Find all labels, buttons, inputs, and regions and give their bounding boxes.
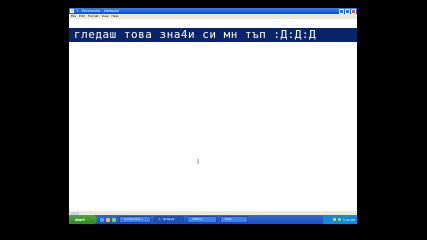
- task-label: Untitled: [192, 218, 203, 221]
- clock[interactable]: 5:32 PM: [343, 218, 355, 222]
- media-icon[interactable]: [112, 217, 116, 222]
- document-text: гледаш това зна4и си мн тъп :Д:Д:Д: [74, 28, 317, 41]
- folder-icon[interactable]: [106, 217, 110, 222]
- desktop-screen: 1 - Бележник - Notepad File Edit Format …: [69, 8, 357, 224]
- taskbar-item-notepad[interactable]: 1 - Notepad: [154, 216, 184, 223]
- close-icon[interactable]: [351, 8, 356, 14]
- window-app-icon[interactable]: [70, 9, 74, 13]
- maximize-icon[interactable]: [345, 8, 350, 14]
- selected-text-line[interactable]: гледаш това зна4и си мн тъп :Д:Д:Д: [69, 28, 357, 42]
- ibeam-cursor-icon: I: [197, 158, 200, 166]
- window-controls: [339, 8, 356, 14]
- tray-volume-icon[interactable]: [332, 218, 336, 221]
- task-label: Paint: [225, 218, 232, 221]
- taskbar-item-paint[interactable]: Paint: [220, 216, 248, 223]
- tray-network-icon[interactable]: [337, 218, 341, 221]
- task-label: 4 Internet Ex...: [124, 218, 144, 221]
- start-button[interactable]: start: [69, 215, 97, 224]
- text-editor-area[interactable]: гледаш това зна4и си мн тъп :Д:Д:Д I: [69, 19, 357, 218]
- system-tray: 5:32 PM: [323, 215, 357, 224]
- quick-launch: [100, 217, 116, 222]
- taskbar-item-untitled[interactable]: Untitled: [187, 216, 217, 223]
- taskbar-item-internet-explorer[interactable]: 4 Internet Ex...: [119, 216, 151, 223]
- taskbar: start 4 Internet Ex... 1 - Notepad Untit…: [69, 215, 357, 224]
- minimize-icon[interactable]: [339, 8, 344, 14]
- task-label: 1 - Notepad: [159, 218, 175, 221]
- browser-icon[interactable]: [100, 217, 104, 222]
- start-label: start: [75, 217, 85, 222]
